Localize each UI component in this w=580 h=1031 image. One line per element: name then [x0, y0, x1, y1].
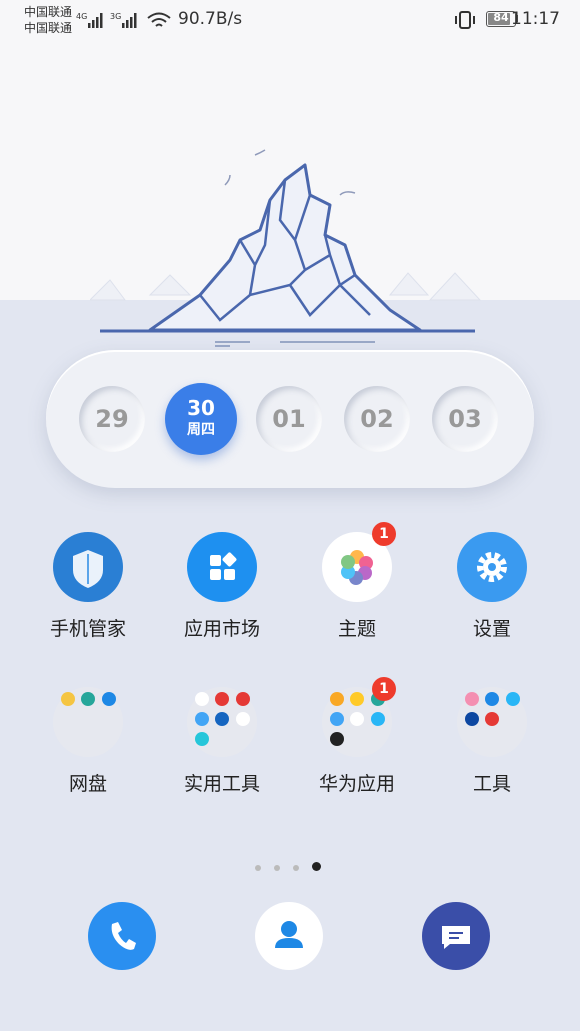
- day-number: 03: [448, 405, 482, 433]
- notification-badge: 1: [372, 522, 396, 546]
- dock-contacts[interactable]: [255, 902, 323, 970]
- wifi-icon: [147, 12, 171, 27]
- app-market-icon: [187, 532, 257, 602]
- page-dot[interactable]: [293, 865, 299, 871]
- calendar-day[interactable]: 03: [432, 386, 498, 452]
- page-dot[interactable]: [255, 865, 261, 871]
- calendar-day[interactable]: 29: [79, 386, 145, 452]
- folder-icon: [187, 687, 257, 757]
- carrier-1: 中国联通: [24, 5, 73, 19]
- app-label: 设置: [472, 618, 511, 640]
- messages-icon: [442, 926, 470, 949]
- phone-manager-icon: [53, 532, 123, 602]
- folder-icon: [457, 687, 527, 757]
- signal-4g-icon: 4G: [76, 12, 103, 28]
- page-dot[interactable]: [274, 865, 280, 871]
- notification-badge: 1: [372, 677, 396, 701]
- dock-phone[interactable]: [88, 902, 156, 970]
- folder-label: 实用工具: [183, 773, 260, 795]
- network-type-1: 4G: [76, 12, 87, 21]
- calendar-day[interactable]: 02: [344, 386, 410, 452]
- themes-icon: 1: [322, 522, 396, 602]
- calendar-day-active[interactable]: 30 周四: [165, 383, 237, 455]
- dock-messages[interactable]: [422, 902, 490, 970]
- folder-label: 华为应用: [318, 773, 395, 795]
- day-number: 01: [272, 405, 306, 433]
- day-number: 02: [360, 405, 394, 433]
- calendar-widget[interactable]: 29 30 周四 01 02 03: [46, 350, 534, 488]
- network-speed: 90.7B/s: [178, 9, 243, 29]
- app-label: 应用市场: [183, 618, 260, 640]
- app-label: 主题: [337, 618, 376, 640]
- phone-icon: [111, 922, 136, 950]
- network-type-2: 3G: [110, 12, 121, 21]
- calendar-day[interactable]: 01: [256, 386, 322, 452]
- folder-icon: [53, 687, 123, 757]
- app-settings[interactable]: 设置: [437, 532, 547, 641]
- day-number: 30: [187, 396, 215, 420]
- clock: 11:17: [511, 9, 560, 29]
- carrier-info: 中国联通 中国联通: [24, 4, 72, 36]
- folder-cloud-drive[interactable]: 网盘: [33, 687, 143, 796]
- signal-3g-icon: 3G: [110, 12, 137, 28]
- page-indicator[interactable]: [255, 856, 334, 875]
- vibrate-icon: [455, 11, 475, 29]
- folder-label: 网盘: [68, 773, 107, 795]
- app-themes[interactable]: 1 主题: [302, 522, 412, 641]
- folder-huawei-apps[interactable]: 1 华为应用: [302, 677, 412, 796]
- app-phone-manager[interactable]: 手机管家: [33, 532, 143, 641]
- weekday-label: 周四: [187, 422, 215, 438]
- settings-gear-icon: [457, 532, 527, 602]
- folder-tools[interactable]: 工具: [437, 687, 547, 796]
- folder-utilities[interactable]: 实用工具: [167, 687, 277, 796]
- iceberg-illustration: [90, 149, 482, 347]
- carrier-2: 中国联通: [24, 21, 73, 35]
- folder-icon: 1: [322, 677, 396, 757]
- app-app-market[interactable]: 应用市场: [167, 532, 277, 641]
- app-label: 手机管家: [49, 618, 126, 640]
- contacts-icon: [275, 921, 303, 948]
- day-number: 29: [95, 405, 129, 433]
- page-dot-active[interactable]: [312, 862, 321, 871]
- folder-label: 工具: [472, 773, 511, 795]
- status-bar: 中国联通 中国联通 4G 3G 90.7B/s 84 11:17: [0, 0, 580, 40]
